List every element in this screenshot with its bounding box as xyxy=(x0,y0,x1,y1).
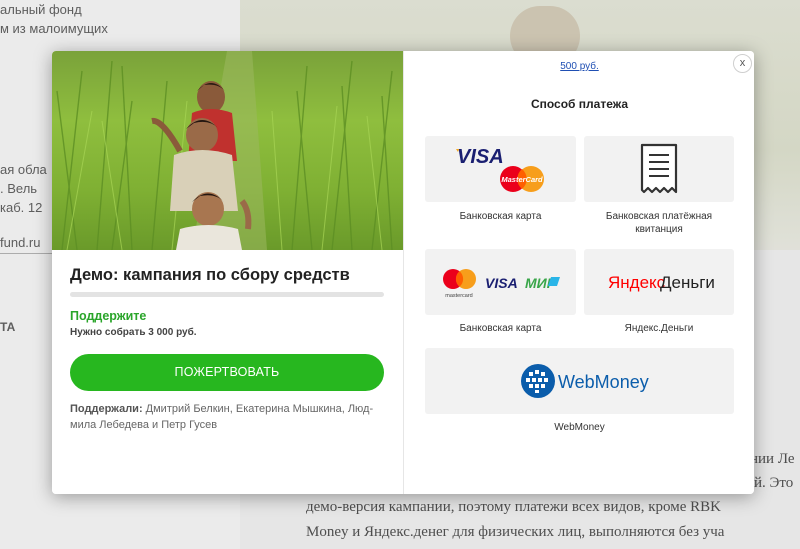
payment-option-yandex-money[interactable]: Яндекс Деньги xyxy=(584,249,734,315)
payment-pane: 500 руб. x Способ платежа VISA MasterCar… xyxy=(403,51,754,494)
progress-bar xyxy=(70,292,384,297)
payment-option-label: Яндекс.Деньги xyxy=(624,323,694,334)
payment-option-label: WebMoney xyxy=(554,422,605,433)
donation-modal: Демо: кампания по сбору средств Поддержи… xyxy=(52,51,754,494)
payment-option-label: Банковская платёжная квитанция xyxy=(605,211,713,235)
mastercard-text: MasterCard xyxy=(501,175,543,184)
close-button[interactable]: x xyxy=(733,54,752,73)
campaign-title: Демо: кампания по сбору средств xyxy=(70,266,350,284)
payment-method-heading: Способ платежа xyxy=(530,97,629,111)
campaign-pane: Демо: кампания по сбору средств Поддержи… xyxy=(52,51,403,494)
yandex-money-logo: Яндекс Деньги xyxy=(608,273,715,292)
receipt-icon xyxy=(640,143,678,194)
payment-option-bank-receipt[interactable] xyxy=(584,136,734,202)
mastercard-text: mastercard xyxy=(445,293,473,299)
supporters-prefix: Поддержали: xyxy=(70,403,143,415)
supporters-list: Поддержали: Дмитрий Белкин, Екатерина Мы… xyxy=(70,401,386,433)
support-label: Поддержите xyxy=(70,309,147,323)
yandex-text: Яндекс xyxy=(608,273,666,292)
webmoney-text: WebMoney xyxy=(558,372,649,392)
visa-text: VISA xyxy=(457,146,504,168)
visa-logo: VISA xyxy=(456,146,504,168)
payment-option-label: Банковская карта xyxy=(459,211,542,222)
payment-option-webmoney[interactable]: WebMoney xyxy=(425,348,734,414)
mir-logo: МИР xyxy=(525,275,560,291)
donate-button[interactable]: ПОЖЕРТВОВАТЬ xyxy=(70,354,384,391)
payment-option-label: Банковская карта xyxy=(459,323,542,334)
mastercard-logo: mastercard xyxy=(443,269,476,299)
webmoney-logo: WebMoney xyxy=(521,364,649,398)
payment-option-bank-card[interactable]: VISA MasterCard xyxy=(425,136,576,202)
payment-option-bank-card-2[interactable]: mastercard VISA МИР xyxy=(425,249,576,315)
money-text: Деньги xyxy=(660,273,715,292)
visa-logo: VISA xyxy=(485,275,518,291)
campaign-photo xyxy=(52,51,403,250)
goal-text: Нужно собрать 3 000 руб. xyxy=(70,327,197,338)
mastercard-logo: MasterCard xyxy=(500,166,544,192)
amount-link[interactable]: 500 руб. xyxy=(404,61,754,72)
